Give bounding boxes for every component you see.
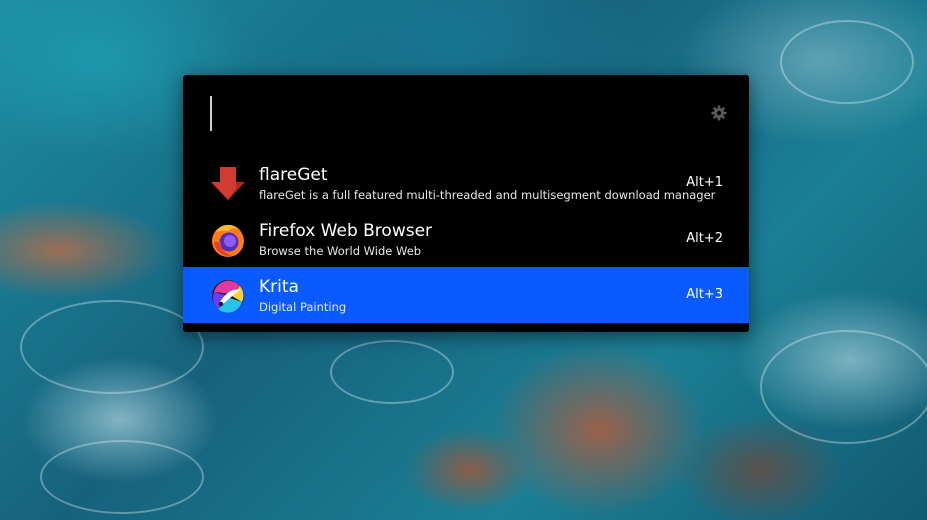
wave-foam (760, 330, 927, 444)
result-item-krita[interactable]: Krita Digital Painting Alt+3 (183, 267, 749, 323)
gear-icon[interactable] (711, 105, 727, 121)
result-description: Digital Painting (259, 300, 347, 314)
wave-foam (330, 340, 454, 404)
result-description: flareGet is a full featured multi-thread… (259, 188, 716, 202)
krita-icon (212, 280, 244, 313)
result-description: Browse the World Wide Web (259, 244, 422, 258)
flareget-download-arrow-icon (211, 167, 245, 200)
result-name: flareGet (259, 165, 328, 185)
search-input[interactable] (217, 95, 691, 135)
result-name: Krita (259, 277, 299, 297)
result-shortcut: Alt+2 (686, 231, 723, 246)
result-shortcut: Alt+3 (686, 287, 723, 302)
search-bar (183, 75, 749, 155)
result-item-firefox[interactable]: Firefox Web Browser Browse the World Wid… (183, 211, 749, 267)
app-launcher-window: flareGet flareGet is a full featured mul… (183, 75, 749, 332)
wave-foam (780, 20, 914, 104)
wave-foam (40, 440, 204, 514)
results-list: flareGet flareGet is a full featured mul… (183, 155, 749, 323)
wave-foam (20, 300, 204, 394)
result-name: Firefox Web Browser (259, 221, 433, 241)
firefox-icon (212, 224, 244, 257)
text-cursor (210, 96, 212, 131)
result-shortcut: Alt+1 (686, 175, 723, 190)
result-item-flareget[interactable]: flareGet flareGet is a full featured mul… (183, 155, 749, 211)
